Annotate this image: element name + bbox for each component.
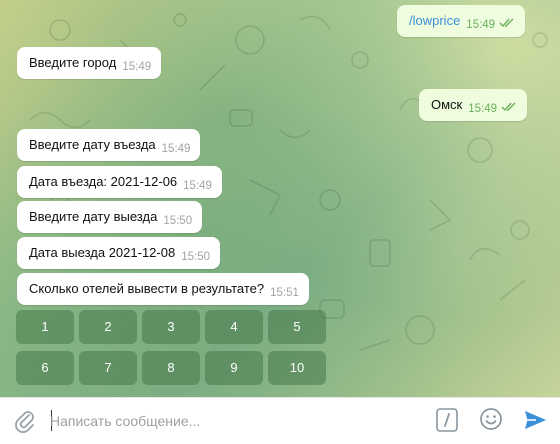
keyboard-button-2[interactable]: 2	[79, 310, 137, 344]
message-incoming[interactable]: Введите город 15:49	[17, 47, 162, 79]
message-time: 15:49	[468, 103, 498, 115]
keyboard-button-4[interactable]: 4	[205, 310, 263, 344]
double-check-icon	[499, 18, 514, 28]
paperclip-icon[interactable]	[12, 408, 38, 434]
message-text: Омск	[431, 97, 463, 112]
keyboard-button-7[interactable]: 7	[79, 351, 137, 385]
message-time: 15:49	[183, 180, 212, 192]
message-text: Дата выезда 2021-12-08	[29, 245, 176, 260]
message-incoming[interactable]: Дата въезда: 2021-12-06 15:49	[17, 166, 222, 198]
message-time: 15:49	[466, 19, 496, 31]
message-outgoing[interactable]: Омск 15:49	[419, 89, 528, 121]
message-text: Введите дату въезда	[29, 137, 156, 152]
message-time: 15:50	[163, 215, 193, 227]
message-time: 15:50	[181, 251, 210, 263]
keyboard-button-10[interactable]: 10	[268, 351, 326, 385]
message-time: 15:51	[270, 287, 299, 299]
keyboard-button-5[interactable]: 5	[268, 310, 326, 344]
keyboard-button-8[interactable]: 8	[142, 351, 200, 385]
message-text: Сколько отелей вывести в результате?	[29, 281, 265, 296]
message-incoming[interactable]: Введите дату выезда 15:50	[17, 201, 203, 233]
message-input[interactable]	[50, 406, 420, 436]
keyboard-button-6[interactable]: 6	[16, 351, 74, 385]
keyboard-button-9[interactable]: 9	[205, 351, 263, 385]
chat-area: /lowprice 15:49 Введите город 15:49 Омск 15…	[0, 0, 560, 397]
message-text[interactable]: /lowprice	[409, 13, 460, 28]
double-check-icon	[501, 102, 516, 112]
message-time: 15:49	[122, 61, 152, 73]
message-composer	[0, 397, 560, 444]
message-outgoing[interactable]: /lowprice 15:49	[397, 5, 526, 37]
message-text: Введите город	[29, 55, 117, 70]
emoji-icon[interactable]	[479, 407, 503, 431]
keyboard-button-3[interactable]: 3	[142, 310, 200, 344]
message-text: Дата въезда: 2021-12-06	[29, 174, 178, 189]
message-text: Введите дату выезда	[29, 209, 158, 224]
message-time: 15:49	[161, 143, 191, 155]
send-icon[interactable]	[522, 407, 548, 433]
message-incoming[interactable]: Сколько отелей вывести в результате? 15:5…	[17, 273, 309, 305]
message-incoming[interactable]: Введите дату въезда 15:49	[17, 129, 201, 161]
message-incoming[interactable]: Дата выезда 2021-12-08 15:50	[17, 237, 220, 269]
slash-command-icon[interactable]	[436, 408, 458, 432]
keyboard-button-1[interactable]: 1	[16, 310, 74, 344]
